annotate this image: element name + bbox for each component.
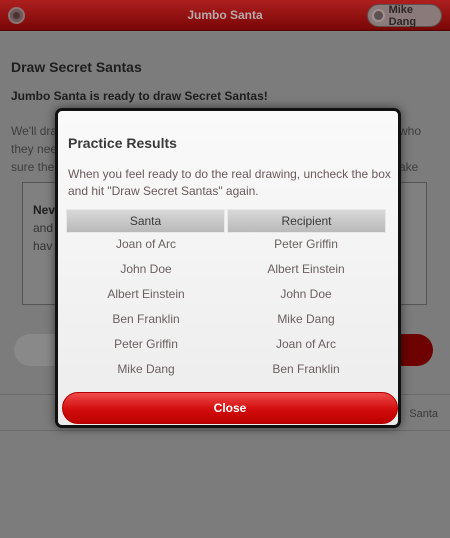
instructions-line-2: they nee [11, 142, 58, 156]
footer-text: Santa [409, 408, 438, 420]
santa-cell: Joan of Arc [115, 237, 177, 251]
table-row: Albert Einstein John Doe [66, 283, 386, 308]
page-title: Draw Secret Santas [11, 59, 142, 75]
recipient-cell: Albert Einstein [267, 262, 345, 276]
table-row: Mike Dang Ben Franklin [66, 358, 386, 383]
santa-cell: Ben Franklin [112, 312, 180, 326]
results-table: Santa Recipient Joan of Arc Peter Griffi… [66, 209, 386, 383]
dialog-title: Practice Results [68, 135, 177, 151]
table-row: Ben Franklin Mike Dang [66, 308, 386, 333]
user-icon [372, 9, 385, 22]
app-header: Jumbo Santa Mike Dang [0, 0, 450, 31]
table-row: John Doe Albert Einstein [66, 258, 386, 283]
recipient-cell: Mike Dang [277, 312, 335, 326]
recipient-cell: Ben Franklin [272, 362, 340, 376]
santa-cell: John Doe [120, 262, 172, 276]
instructions-line-1: We'll dra [11, 124, 58, 138]
dialog-description: When you feel ready to do the real drawi… [68, 167, 391, 198]
user-menu-button[interactable]: Mike Dang [367, 3, 442, 28]
recipient-cell: Peter Griffin [274, 237, 338, 251]
santa-cell: Mike Dang [117, 362, 175, 376]
divider [0, 430, 450, 431]
recipient-cell: John Doe [280, 287, 332, 301]
practice-results-dialog: Practice Results When you feel ready to … [55, 108, 401, 428]
status-message: Jumbo Santa is ready to draw Secret Sant… [11, 89, 268, 103]
instructions-line-3: sure the [11, 160, 55, 174]
user-name: Mike Dang [388, 3, 417, 28]
results-table-header: Santa Recipient [66, 209, 386, 233]
instructions-line-3-end: ake [399, 160, 419, 174]
column-header-recipient: Recipient [227, 209, 386, 233]
santa-cell: Peter Griffin [114, 337, 178, 351]
close-button[interactable]: Close [62, 392, 398, 424]
instructions-line-1-end: who [399, 124, 422, 138]
practice-box-heading: Nev [33, 203, 56, 217]
table-row: Peter Griffin Joan of Arc [66, 333, 386, 358]
santa-cell: Albert Einstein [107, 287, 185, 301]
recipient-cell: Joan of Arc [275, 337, 337, 351]
table-row: Joan of Arc Peter Griffin [66, 233, 386, 258]
column-header-santa: Santa [66, 209, 225, 233]
